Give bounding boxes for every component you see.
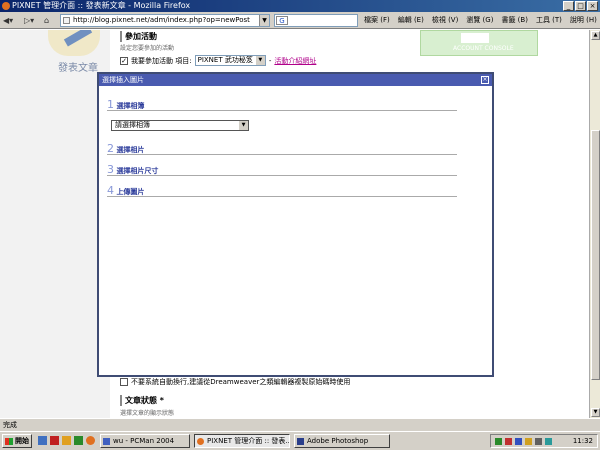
- quicklaunch-app-icon[interactable]: [50, 436, 59, 445]
- scrollbar-thumb[interactable]: [591, 130, 600, 380]
- autowrap-row: 不要系統自動換行,建議從Dreamweaver之類編輯器複製原始碼時使用: [120, 376, 350, 387]
- quicklaunch-desktop-icon[interactable]: [38, 436, 47, 445]
- step-number: 1: [107, 98, 114, 111]
- autowrap-label: 不要系統自動換行,建議從Dreamweaver之類編輯器複製原始碼時使用: [131, 377, 351, 386]
- maximize-button[interactable]: □: [575, 1, 586, 11]
- pencil-icon: [48, 30, 100, 56]
- menu-edit[interactable]: 編輯 (E): [398, 14, 424, 27]
- task-label: PIXNET 管理介面 :: 發表...: [207, 437, 290, 445]
- activity-row: ✓ 我要參加活動 項目: PIXNET 武功秘笈 ▼ - 活動介紹網址: [120, 55, 316, 66]
- minimize-button[interactable]: _: [563, 1, 574, 11]
- search-engine-icon[interactable]: G: [276, 16, 288, 25]
- window-controls: _ □ ×: [563, 1, 598, 11]
- menu-bar: 檔案 (F) 編輯 (E) 檢視 (V) 瀏覽 (G) 書籤 (B) 工具 (T…: [364, 14, 597, 27]
- step-number: 4: [107, 184, 114, 197]
- step-label: 上傳圖片: [116, 188, 145, 196]
- step-select-photo: 2 選擇相片: [107, 142, 457, 155]
- activity-select[interactable]: PIXNET 武功秘笈 ▼: [194, 55, 266, 66]
- pcman-icon: [103, 438, 110, 445]
- url-bar[interactable]: http://blog.pixnet.net/adm/index.php?op=…: [60, 14, 270, 27]
- chevron-down-icon: ▼: [255, 56, 265, 65]
- album-select[interactable]: 請選擇相簿 ▼: [111, 120, 249, 131]
- taskbar-item-pcman[interactable]: wu - PCMan 2004: [100, 434, 190, 448]
- activity-separator: -: [268, 56, 272, 65]
- step-number: 3: [107, 163, 114, 176]
- tray-network-icon[interactable]: [495, 438, 502, 445]
- quicklaunch-firefox-icon[interactable]: [86, 436, 95, 445]
- menu-file[interactable]: 檔案 (F): [364, 14, 390, 27]
- home-icon[interactable]: ⌂: [44, 15, 49, 26]
- start-label: 開始: [15, 437, 29, 445]
- url-dropdown-button[interactable]: ▼: [259, 15, 269, 26]
- page-icon: [63, 17, 70, 24]
- insert-image-dialog: 選擇插入圖片 × 1 選擇相簿 請選擇相簿 ▼ 2 選擇相片 3 選擇相片尺寸 …: [97, 72, 494, 377]
- task-label: Adobe Photoshop: [307, 437, 369, 445]
- status-bar: 完成: [0, 418, 600, 431]
- activity-checkbox-label: 我要參加活動 項目:: [131, 56, 192, 65]
- step-label: 選擇相片: [116, 146, 145, 154]
- step-photo-size: 3 選擇相片尺寸: [107, 163, 457, 176]
- menu-bookmarks[interactable]: 書籤 (B): [501, 14, 528, 27]
- activity-select-value: PIXNET 武功秘笈: [197, 56, 253, 64]
- firefox-icon: [197, 438, 204, 445]
- chevron-down-icon: ▼: [239, 121, 248, 130]
- close-button[interactable]: ×: [587, 1, 598, 11]
- console-logo: [461, 33, 489, 43]
- sidebar-title: 發表文章: [58, 63, 98, 74]
- forward-arrow-icon[interactable]: ▷▾: [24, 15, 34, 26]
- vertical-scrollbar[interactable]: ▲ ▼: [589, 30, 600, 418]
- activity-heading: 參加活動: [120, 31, 157, 42]
- step-number: 2: [107, 142, 114, 155]
- tray-clock: 11:32: [572, 437, 593, 445]
- album-select-value: 請選擇相簿: [115, 121, 150, 129]
- task-label: wu - PCMan 2004: [113, 437, 175, 445]
- windows-logo-icon: [5, 438, 13, 445]
- tray-app-icon[interactable]: [515, 438, 522, 445]
- menu-tools[interactable]: 工具 (T): [536, 14, 562, 27]
- tray-ime-icon[interactable]: [535, 438, 542, 445]
- step-label: 選擇相片尺寸: [116, 167, 159, 175]
- scroll-up-icon[interactable]: ▲: [591, 31, 600, 40]
- step-label: 選擇相簿: [116, 102, 145, 110]
- system-tray: 11:32: [490, 434, 598, 448]
- menu-help[interactable]: 說明 (H): [570, 14, 597, 27]
- taskbar-item-firefox[interactable]: PIXNET 管理介面 :: 發表...: [194, 434, 290, 448]
- tray-volume-icon[interactable]: [525, 438, 532, 445]
- quicklaunch-tool-icon[interactable]: [74, 436, 83, 445]
- close-icon[interactable]: ×: [481, 76, 489, 84]
- back-arrow-icon[interactable]: ◀▾: [3, 15, 13, 26]
- taskbar-item-photoshop[interactable]: Adobe Photoshop: [294, 434, 390, 448]
- menu-view[interactable]: 檢視 (V): [432, 14, 458, 27]
- dialog-header: 選擇插入圖片 ×: [99, 74, 492, 86]
- start-button[interactable]: 開始: [2, 434, 32, 448]
- left-sidebar: 發表文章: [0, 30, 110, 418]
- status-heading: 文章狀態 *: [120, 395, 164, 406]
- activity-info-link[interactable]: 活動介紹網址: [274, 56, 316, 66]
- url-text: http://blog.pixnet.net/adm/index.php?op=…: [73, 16, 250, 24]
- tray-antivirus-icon[interactable]: [505, 438, 512, 445]
- console-label: ACCOUNT CONSOLE: [453, 45, 514, 52]
- window-title-bar: PIXNET 管理介面 :: 發表新文章 - Mozilla Firefox _…: [0, 0, 600, 12]
- menu-go[interactable]: 瀏覽 (G): [466, 14, 493, 27]
- step-upload-image: 4 上傳圖片: [107, 184, 457, 197]
- status-text: 完成: [3, 421, 17, 429]
- quicklaunch-folder-icon[interactable]: [62, 436, 71, 445]
- firefox-icon: [2, 2, 10, 10]
- account-console-banner[interactable]: ACCOUNT CONSOLE: [420, 30, 538, 56]
- step-select-album: 1 選擇相簿: [107, 98, 457, 111]
- search-box[interactable]: G: [274, 14, 358, 27]
- taskbar: 開始 wu - PCMan 2004 PIXNET 管理介面 :: 發表... …: [0, 431, 600, 450]
- activity-checkbox[interactable]: ✓: [120, 56, 128, 65]
- tray-messenger-icon[interactable]: [545, 438, 552, 445]
- dialog-title: 選擇插入圖片: [102, 76, 144, 84]
- window-title: PIXNET 管理介面 :: 發表新文章 - Mozilla Firefox: [12, 1, 191, 10]
- photoshop-icon: [297, 438, 304, 445]
- activity-subtext: 設定您要參加的活動: [120, 45, 175, 52]
- status-subtext: 選擇文章的顯示狀態: [120, 410, 175, 417]
- scroll-down-icon[interactable]: ▼: [591, 408, 600, 417]
- navigation-toolbar: ◀▾ ▷▾ ⌂ http://blog.pixnet.net/adm/index…: [0, 12, 600, 29]
- autowrap-checkbox[interactable]: [120, 377, 128, 386]
